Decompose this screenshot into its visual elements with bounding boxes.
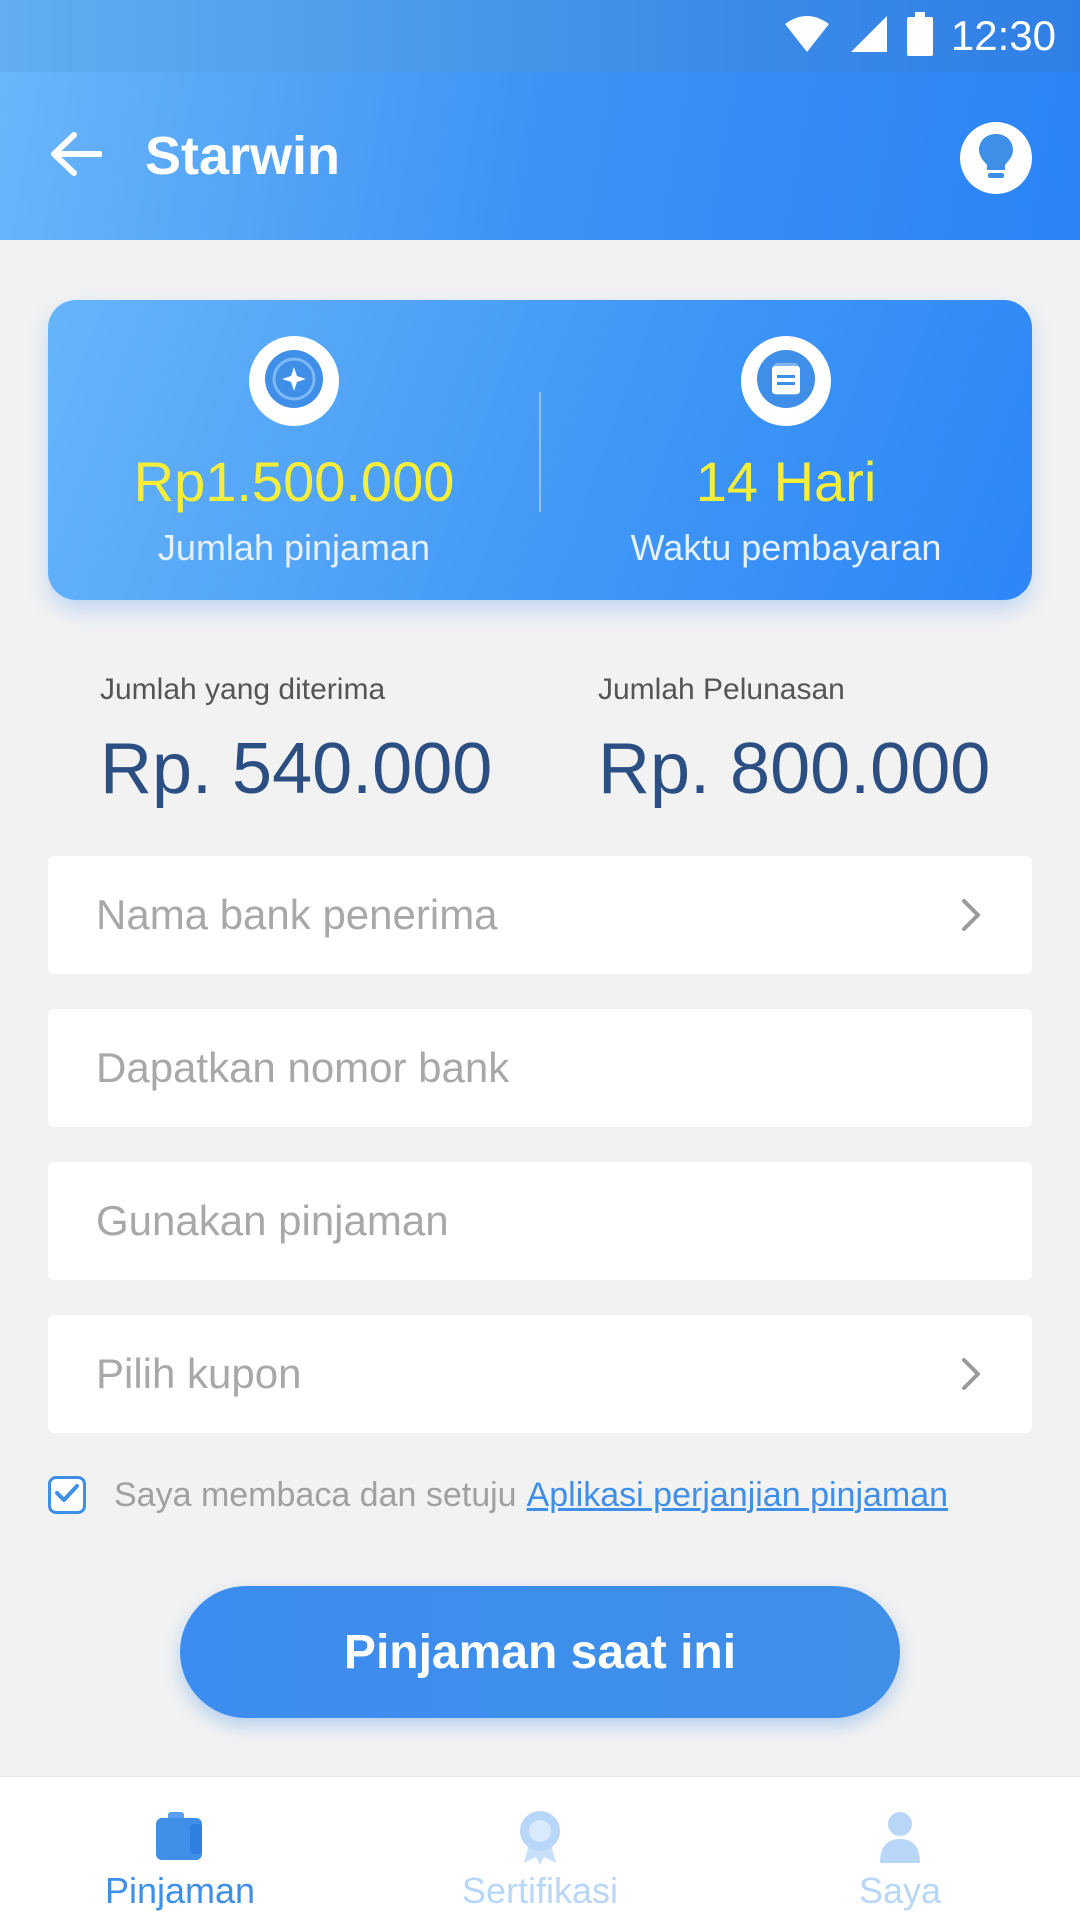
- loan-summary-card: Rp1.500.000 Jumlah pinjaman 14 Hari Wakt…: [48, 300, 1032, 600]
- tips-button[interactable]: [960, 122, 1032, 194]
- status-time: 12:30: [950, 12, 1056, 59]
- loan-amount-icon-wrap: [249, 336, 339, 426]
- loan-term-label: Waktu pembayaran: [630, 527, 942, 568]
- nav-label-pinjaman: Pinjaman: [104, 1870, 256, 1911]
- repayment-amount-label: Jumlah Pelunasan: [598, 673, 845, 706]
- compass-star-icon: [263, 348, 325, 415]
- bank-name-placeholder: Nama bank penerima: [96, 891, 498, 938]
- repayment-amount-summary: Jumlah Pelunasan Rp. 800.000: [598, 670, 1078, 812]
- loan-use-field[interactable]: Gunakan pinjaman: [48, 1162, 1032, 1280]
- loan-term-section: 14 Hari Waktu pembayaran: [540, 300, 1032, 600]
- app-bar: Starwin: [0, 72, 1080, 240]
- received-amount-value: Rp. 540.000: [100, 729, 493, 809]
- lightbulb-icon: [976, 132, 1016, 185]
- signal-icon: [849, 14, 889, 59]
- repayment-amount-value: Rp. 800.000: [598, 729, 991, 809]
- wallet-icon: [150, 1807, 210, 1867]
- coupon-select[interactable]: Pilih kupon: [48, 1315, 1032, 1433]
- loan-amount-label: Jumlah pinjaman: [157, 527, 431, 568]
- nav-item-saya[interactable]: Saya: [720, 1777, 1080, 1921]
- check-icon: [54, 1482, 80, 1509]
- arrow-left-icon: [50, 131, 103, 181]
- back-button[interactable]: [44, 124, 108, 188]
- bank-name-select[interactable]: Nama bank penerima: [48, 856, 1032, 974]
- chevron-right-icon: [950, 894, 992, 936]
- coupon-placeholder: Pilih kupon: [96, 1350, 302, 1397]
- bank-number-placeholder: Dapatkan nomor bank: [96, 1044, 510, 1091]
- battery-icon: [906, 11, 933, 61]
- nav-label-saya: Saya: [858, 1870, 942, 1911]
- document-icon: [755, 348, 817, 415]
- loan-term-value: 14 Hari: [695, 450, 877, 513]
- agreement-link[interactable]: Aplikasi perjanjian pinjaman: [527, 1476, 948, 1515]
- agreement-row: Saya membaca dan setuju Aplikasi perjanj…: [48, 1472, 948, 1518]
- apply-loan-button[interactable]: Pinjaman saat ini: [180, 1586, 900, 1718]
- status-icons: 12:30: [783, 0, 1056, 72]
- status-bar: 12:30: [0, 0, 1080, 72]
- nav-label-sertifikasi: Sertifikasi: [461, 1870, 619, 1911]
- loan-term-icon-wrap: [741, 336, 831, 426]
- received-amount-label: Jumlah yang diterima: [100, 673, 386, 706]
- wifi-icon: [783, 14, 831, 59]
- received-amount-summary: Jumlah yang diterima Rp. 540.000: [100, 670, 580, 812]
- bank-number-field[interactable]: Dapatkan nomor bank: [48, 1009, 1032, 1127]
- chevron-right-icon: [950, 1353, 992, 1395]
- badge-icon: [510, 1807, 570, 1867]
- agreement-checkbox[interactable]: [48, 1476, 86, 1514]
- loan-amount-value: Rp1.500.000: [133, 450, 455, 513]
- agreement-text: Saya membaca dan setuju: [114, 1475, 517, 1514]
- nav-item-sertifikasi[interactable]: Sertifikasi: [360, 1777, 720, 1921]
- person-icon: [870, 1807, 930, 1867]
- page-title: Starwin: [145, 126, 341, 186]
- loan-amount-section: Rp1.500.000 Jumlah pinjaman: [48, 300, 540, 600]
- loan-use-placeholder: Gunakan pinjaman: [96, 1197, 449, 1244]
- nav-item-pinjaman[interactable]: Pinjaman: [0, 1777, 360, 1921]
- bottom-navigation: Pinjaman Sertifikasi Saya: [0, 1776, 1080, 1921]
